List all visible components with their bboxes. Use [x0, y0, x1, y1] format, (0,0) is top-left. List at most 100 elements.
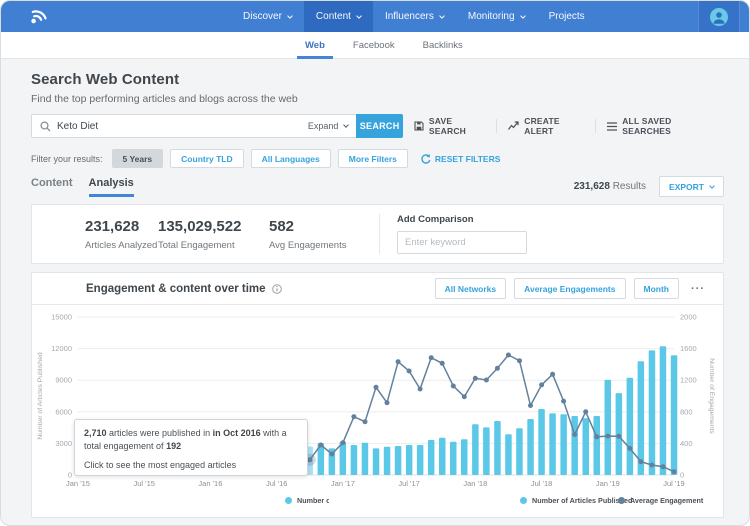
filter-buttons: 5 Years Country TLD All Languages More Filt…	[112, 149, 415, 168]
trending-arrow-icon	[508, 121, 519, 131]
nav-item-projects[interactable]: Projects	[537, 1, 597, 32]
svg-text:1600: 1600	[680, 344, 697, 353]
svg-text:Jan '15: Jan '15	[66, 479, 90, 488]
svg-text:6000: 6000	[55, 407, 72, 416]
svg-text:Jan '17: Jan '17	[331, 479, 355, 488]
divider	[379, 214, 380, 254]
list-icon	[607, 122, 617, 131]
page-title: Search Web Content	[31, 71, 724, 88]
nav-item-monitoring[interactable]: Monitoring	[456, 1, 537, 32]
tooltip-articles-value: 2,710	[84, 428, 107, 438]
add-comparison: Add Comparison	[397, 214, 527, 254]
search-row: Expand SEARCH SAVE SEARCH CREATE ALERT ALL…	[31, 114, 724, 138]
more-options-icon[interactable]: ···	[691, 283, 705, 295]
app-window: DiscoverContentInfluencersMonitoringProj…	[0, 0, 750, 526]
nav-item-label: Projects	[549, 11, 585, 22]
expand-label: Expand	[308, 121, 339, 131]
filter-all-languages-button[interactable]: All Languages	[251, 149, 331, 168]
export-button[interactable]: EXPORT	[659, 176, 724, 197]
chart-title: Engagement & content over time	[86, 283, 282, 295]
avatar	[710, 8, 728, 26]
legend-dot	[618, 497, 625, 504]
subnav-tab-backlinks[interactable]: Backlinks	[409, 32, 477, 59]
chevron-down-icon	[287, 13, 293, 19]
stat-label: Total Engagement	[158, 240, 269, 251]
nav-item-influencers[interactable]: Influencers	[373, 1, 456, 32]
sub-navigation-bar: WebFacebookBacklinks	[1, 32, 749, 59]
svg-text:Jul '16: Jul '16	[266, 479, 287, 488]
chevron-down-icon	[356, 13, 362, 19]
tab-analysis[interactable]: Analysis	[89, 177, 134, 197]
svg-text:Jul '17: Jul '17	[398, 479, 419, 488]
comparison-keyword-input[interactable]	[397, 231, 527, 254]
subnav-tab-web[interactable]: Web	[291, 32, 339, 59]
chart-header: Engagement & content over time All Netwo…	[32, 273, 723, 305]
svg-text:2000: 2000	[680, 313, 697, 322]
all-networks-button[interactable]: All Networks	[435, 278, 507, 299]
legend-item-articles[interactable]: Number of Articles Published	[520, 496, 632, 505]
reset-icon	[421, 154, 431, 164]
all-saved-searches-button[interactable]: ALL SAVED SEARCHES	[596, 116, 724, 136]
chart-title-text: Engagement & content over time	[86, 283, 266, 295]
save-search-button[interactable]: SAVE SEARCH	[403, 116, 496, 136]
add-comparison-label: Add Comparison	[397, 214, 527, 225]
info-icon[interactable]	[272, 284, 282, 294]
main-content: Search Web Content Find the top performi…	[1, 71, 749, 518]
tab-content[interactable]: Content	[31, 177, 73, 197]
svg-text:Number of Engagements: Number of Engagements	[708, 358, 715, 434]
filter-country-tld-button[interactable]: Country TLD	[170, 149, 243, 168]
nav-item-content[interactable]: Content	[304, 1, 373, 32]
chart-card: Engagement & content over time All Netwo…	[31, 272, 724, 518]
search-input[interactable]	[57, 121, 308, 132]
filter-5-years-button[interactable]: 5 Years	[112, 149, 164, 168]
legend-dot	[520, 497, 527, 504]
action-label: SAVE SEARCH	[429, 116, 485, 136]
nav-menu: DiscoverContentInfluencers Monitoring Proj…	[231, 1, 597, 32]
buzzsumo-logo-icon[interactable]	[27, 5, 49, 32]
tooltip-footer: Click to see the most engaged articles	[84, 459, 298, 472]
svg-text:Jan '19: Jan '19	[596, 479, 620, 488]
legend-dot	[285, 497, 292, 504]
filter-more-filters-button[interactable]: More Filters	[338, 149, 408, 168]
chart-body: 0030004006000800900012001200016001500020…	[32, 305, 723, 517]
chart-controls: All Networks Average Engagements Month ···	[435, 278, 705, 299]
nav-item-label: Monitoring	[468, 11, 515, 22]
results-count-value: 231,628	[574, 181, 610, 192]
user-menu-button[interactable]	[698, 1, 740, 32]
expand-dropdown[interactable]: Expand	[308, 121, 349, 131]
svg-text:1200: 1200	[680, 376, 697, 385]
chart-control-buttons: All Networks Average Engagements Month	[435, 278, 679, 299]
results-tabs-row: Content Analysis 231,628 Results EXPORT	[31, 176, 724, 197]
stat-value: 582	[269, 218, 379, 235]
tooltip-date: in Oct 2016	[213, 428, 261, 438]
subnav-tab-facebook[interactable]: Facebook	[339, 32, 409, 59]
month-button[interactable]: Month	[634, 278, 680, 299]
svg-text:Jul '15: Jul '15	[133, 479, 154, 488]
svg-text:15000: 15000	[51, 313, 72, 322]
results-count: 231,628 Results	[574, 181, 646, 192]
nav-item-discover[interactable]: Discover	[231, 1, 304, 32]
action-label: ALL SAVED SEARCHES	[622, 116, 713, 136]
stat-value: 231,628	[85, 218, 158, 235]
svg-text:Jan '18: Jan '18	[463, 479, 487, 488]
chart-tooltip[interactable]: 2,710 articles were published in in Oct …	[74, 419, 308, 476]
svg-text:800: 800	[680, 407, 693, 416]
reset-filters-link[interactable]: RESET FILTERS	[421, 154, 501, 164]
svg-text:Jan '16: Jan '16	[198, 479, 222, 488]
stat-avg-engagements: 582Avg Engagements	[269, 218, 379, 251]
results-tabs: Content Analysis	[31, 177, 150, 197]
svg-text:Number of Articles Published: Number of Articles Published	[37, 352, 44, 439]
legend-label: Average Engagement	[630, 496, 703, 505]
stat-value: 135,029,522	[158, 218, 269, 235]
page-subtitle: Find the top performing articles and blo…	[31, 93, 724, 105]
legend-item-engagement[interactable]: Average Engagement	[618, 496, 703, 505]
filter-label: Filter your results:	[31, 154, 103, 164]
average-engagements-button[interactable]: Average Engagements	[514, 278, 625, 299]
create-alert-button[interactable]: CREATE ALERT	[497, 116, 595, 136]
chevron-down-icon	[709, 183, 715, 189]
legend-item-truncated[interactable]: Number of Articles Published	[285, 496, 329, 505]
tooltip-text: 2,710 articles were published in in Oct …	[84, 427, 298, 453]
stat-articles-analyzed: 231,628Articles Analyzed	[85, 218, 158, 251]
svg-text:Jul '19: Jul '19	[663, 479, 684, 488]
search-button[interactable]: SEARCH	[356, 114, 403, 138]
